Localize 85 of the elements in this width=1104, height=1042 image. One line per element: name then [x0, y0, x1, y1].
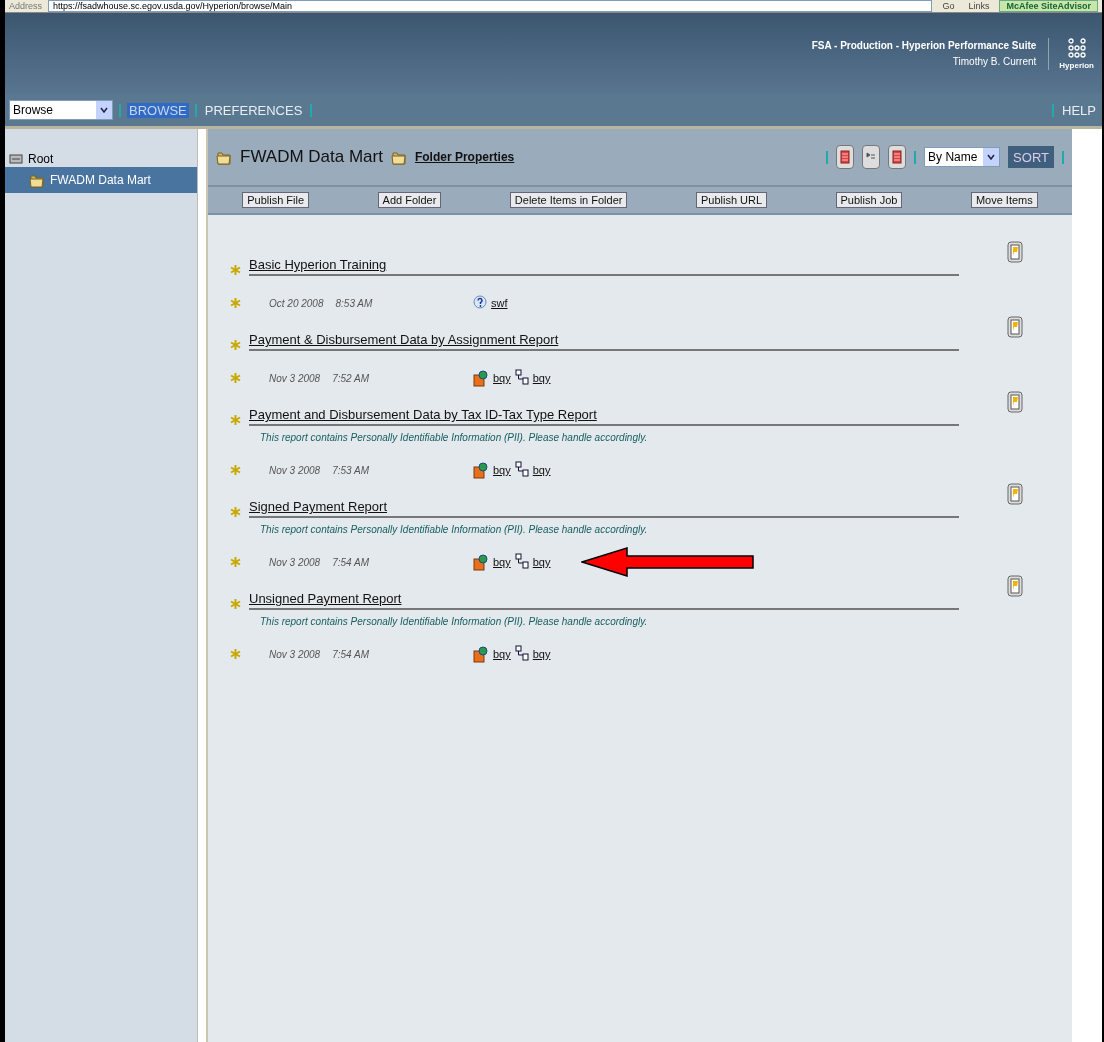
report-title-link[interactable]: Payment and Disbursement Data by Tax ID-Tax Type Report — [249, 407, 597, 422]
report-icon — [473, 553, 489, 571]
action-button[interactable]: Publish File — [242, 192, 310, 208]
star-icon — [230, 648, 241, 660]
detail-view-icon[interactable] — [888, 145, 907, 169]
links-button[interactable]: Links — [964, 1, 994, 11]
report-title-link[interactable]: Unsigned Payment Report — [249, 591, 402, 606]
address-label: Address — [9, 1, 43, 11]
modified-time: 7:52 AM — [332, 372, 370, 384]
document-icon[interactable] — [1007, 483, 1023, 505]
file-link[interactable]: bqy — [493, 556, 511, 568]
modified-date: Nov 3 2008 — [269, 372, 321, 384]
file-link[interactable]: bqy — [532, 464, 551, 476]
addon-button[interactable]: McAfee SiteAdvisor — [999, 0, 1098, 12]
linked-files-icon — [514, 369, 529, 387]
sort-select[interactable]: By Name — [924, 147, 1001, 167]
report-title-link[interactable]: Payment & Disbursement Data by Assignment Report — [249, 332, 559, 347]
logo-text: Hyperion — [1059, 60, 1094, 70]
folder-icon — [29, 172, 45, 188]
user-name: Timothy B. Current — [952, 56, 1037, 67]
tree-item[interactable]: FWADM Data Mart — [5, 167, 197, 193]
report-icon — [473, 461, 489, 479]
document-icon[interactable] — [1007, 241, 1023, 263]
star-icon — [230, 339, 241, 351]
drive-icon — [9, 154, 23, 164]
linked-files-icon — [514, 461, 529, 479]
star-icon — [230, 506, 241, 518]
pii-notice: This report contains Personally Identifiable Information (PII). Please handle accordingly. — [259, 523, 649, 535]
action-button[interactable]: Move Items — [970, 192, 1038, 208]
modified-time: 8:53 AM — [335, 297, 373, 309]
dropdown-caret-icon[interactable] — [100, 107, 108, 113]
help-icon — [473, 295, 487, 311]
folder-properties-link[interactable]: Folder Properties — [414, 150, 515, 164]
action-button[interactable]: Publish URL — [695, 192, 768, 208]
action-button[interactable]: Delete Items in Folder — [509, 192, 628, 208]
pii-notice: This report contains Personally Identifiable Information (PII). Please handle accordingly. — [259, 431, 649, 443]
modified-time: 7:53 AM — [332, 464, 370, 476]
tree-item[interactable]: Root — [5, 151, 197, 167]
star-icon — [230, 598, 241, 610]
module-select[interactable]: Browse — [9, 100, 113, 120]
modified-date: Oct 20 2008 — [269, 297, 324, 309]
file-link[interactable]: bqy — [493, 464, 511, 476]
file-link[interactable]: bqy — [493, 648, 511, 660]
action-button[interactable]: Publish Job — [835, 192, 903, 208]
report-title-link[interactable]: Basic Hyperion Training — [249, 257, 387, 272]
action-button[interactable]: Add Folder — [377, 192, 442, 208]
report-icon — [473, 645, 489, 663]
dropdown-caret-icon[interactable] — [987, 154, 996, 160]
go-button[interactable]: Go — [938, 1, 959, 11]
nav-tab[interactable]: PREFERENCES — [202, 102, 305, 118]
folder-title: FWADM Data Mart — [240, 147, 383, 167]
linked-files-icon — [514, 645, 529, 663]
document-icon[interactable] — [1007, 391, 1023, 413]
help-link[interactable]: HELP — [1060, 102, 1098, 118]
file-link[interactable]: swf — [491, 297, 508, 309]
modified-time: 7:54 AM — [332, 648, 370, 660]
file-link[interactable]: bqy — [493, 372, 511, 384]
grid-view-icon[interactable] — [836, 145, 855, 169]
folder-properties-icon — [390, 149, 407, 165]
folder-icon — [216, 149, 232, 165]
modified-time: 7:54 AM — [332, 556, 370, 568]
star-icon — [230, 414, 241, 426]
modified-date: Nov 3 2008 — [269, 648, 321, 660]
file-link[interactable]: bqy — [532, 648, 551, 660]
nav-tab[interactable]: BROWSE — [127, 102, 189, 118]
logo-icon — [1067, 37, 1086, 58]
file-link[interactable]: bqy — [532, 372, 551, 384]
linked-files-icon — [514, 553, 529, 571]
file-link[interactable]: bqy — [532, 556, 551, 568]
modified-date: Nov 3 2008 — [269, 464, 321, 476]
product-title: FSA - Production - Hyperion Performance Suite — [811, 40, 1037, 51]
star-icon — [230, 372, 241, 384]
document-icon[interactable] — [1007, 316, 1023, 338]
list-view-icon[interactable] — [862, 145, 881, 169]
star-icon — [230, 464, 241, 476]
pii-notice: This report contains Personally Identifiable Information (PII). Please handle accordingly. — [259, 615, 649, 627]
document-icon[interactable] — [1007, 575, 1023, 597]
report-title-link[interactable]: Signed Payment Report — [249, 499, 388, 514]
star-icon — [230, 297, 241, 309]
sort-button[interactable]: SORT — [1008, 146, 1054, 168]
report-icon — [473, 369, 489, 387]
star-icon — [230, 556, 241, 568]
modified-date: Nov 3 2008 — [269, 556, 321, 568]
star-icon — [230, 264, 241, 276]
address-field[interactable]: https://fsadwhouse.sc.egov.usda.gov/Hyperion/browse/Main — [48, 0, 933, 12]
